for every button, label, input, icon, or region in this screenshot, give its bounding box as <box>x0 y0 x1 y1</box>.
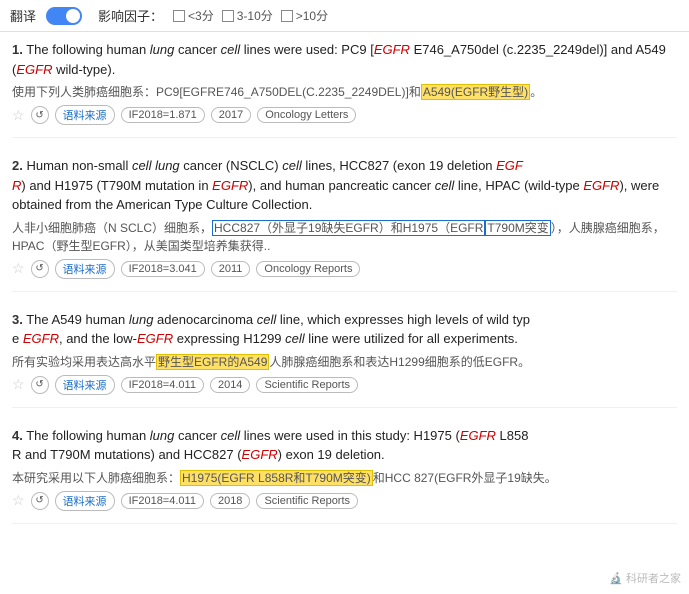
result-4-number: 4. <box>12 428 23 443</box>
checkbox-high[interactable] <box>281 10 293 22</box>
translate-toggle[interactable] <box>46 7 82 25</box>
result-1-star[interactable]: ☆ <box>12 107 25 124</box>
result-2-highlight-2: T790M突变 <box>485 220 550 236</box>
result-2-year-tag[interactable]: 2011 <box>211 261 251 277</box>
if-option-mid-label: 3-10分 <box>237 7 273 24</box>
result-2-journal-tag[interactable]: Oncology Reports <box>256 261 360 277</box>
result-2-meta: ☆ ↺ 语料来源 IF2018=3.041 2011 Oncology Repo… <box>12 259 677 279</box>
result-1-source-tag[interactable]: 语料来源 <box>55 105 115 125</box>
result-2-star[interactable]: ☆ <box>12 260 25 277</box>
checkbox-mid[interactable] <box>222 10 234 22</box>
watermark-icon: 🔬 <box>609 573 623 585</box>
result-2-round-btn[interactable]: ↺ <box>31 260 49 278</box>
result-2-en: 2. Human non-small cell lung cancer (NSC… <box>12 156 677 215</box>
result-3-round-btn[interactable]: ↺ <box>31 376 49 394</box>
result-4-en: 4. The following human lung cancer cell … <box>12 426 677 465</box>
result-3-meta: ☆ ↺ 语料来源 IF2018=4.011 2014 Scientific Re… <box>12 375 677 395</box>
result-1-journal-tag[interactable]: Oncology Letters <box>257 107 356 123</box>
result-2-number: 2. <box>12 158 23 173</box>
result-3-year-tag[interactable]: 2014 <box>210 377 250 393</box>
if-option-high[interactable]: >10分 <box>281 7 328 24</box>
result-item-4: 4. The following human lung cancer cell … <box>12 426 677 524</box>
result-3-journal-tag[interactable]: Scientific Reports <box>256 377 358 393</box>
result-1-cn: 使用下列人类肺癌细胞系：PC9[EGFRE746_A750DEL(C.2235_… <box>12 83 677 101</box>
result-3-if-tag[interactable]: IF2018=4.011 <box>121 377 204 393</box>
result-3-cn: 所有实验均采用表达高水平野生型EGFR的A549人肺腺癌细胞系和表达H1299细… <box>12 353 677 371</box>
checkbox-low[interactable] <box>173 10 185 22</box>
result-3-star[interactable]: ☆ <box>12 376 25 393</box>
result-1-highlight: A549(EGFR野生型) <box>421 84 530 100</box>
if-option-high-label: >10分 <box>296 7 328 24</box>
toggle-knob <box>66 9 80 23</box>
result-4-highlight: H1975(EGFR L858R和T790M突变) <box>180 470 373 486</box>
result-1-year-tag[interactable]: 2017 <box>211 107 251 123</box>
if-option-mid[interactable]: 3-10分 <box>222 7 273 24</box>
result-3-en: 3. The A549 human lung adenocarcinoma ce… <box>12 310 677 349</box>
result-2-if-tag[interactable]: IF2018=3.041 <box>121 261 205 277</box>
if-option-low[interactable]: <3分 <box>173 7 214 24</box>
result-4-source-tag[interactable]: 语料来源 <box>55 491 115 511</box>
watermark: 🔬 科研者之家 <box>609 570 681 586</box>
result-3-source-tag[interactable]: 语料来源 <box>55 375 115 395</box>
result-1-number: 1. <box>12 42 23 57</box>
if-options: <3分 3-10分 >10分 <box>173 7 328 24</box>
result-1-if-tag[interactable]: IF2018=1.871 <box>121 107 205 123</box>
result-3-number: 3. <box>12 312 23 327</box>
result-1-en: 1. The following human lung cancer cell … <box>12 40 677 79</box>
result-1-meta: ☆ ↺ 语料来源 IF2018=1.871 2017 Oncology Lett… <box>12 105 677 125</box>
if-label: 影响因子： <box>98 6 163 25</box>
top-bar: 翻译 影响因子： <3分 3-10分 >10分 <box>0 0 689 32</box>
result-4-if-tag[interactable]: IF2018=4.011 <box>121 493 204 509</box>
result-2-source-tag[interactable]: 语料来源 <box>55 259 115 279</box>
result-4-year-tag[interactable]: 2018 <box>210 493 250 509</box>
result-item-3: 3. The A549 human lung adenocarcinoma ce… <box>12 310 677 408</box>
result-2-highlight-1: HCC827（外显子19缺失EGFR）和H1975（EGFR <box>212 220 485 236</box>
result-4-round-btn[interactable]: ↺ <box>31 492 49 510</box>
results-list: 1. The following human lung cancer cell … <box>0 32 689 550</box>
result-item-2: 2. Human non-small cell lung cancer (NSC… <box>12 156 677 292</box>
result-3-highlight: 野生型EGFR的A549 <box>156 354 269 370</box>
result-4-meta: ☆ ↺ 语料来源 IF2018=4.011 2018 Scientific Re… <box>12 491 677 511</box>
result-item-1: 1. The following human lung cancer cell … <box>12 40 677 138</box>
translate-label: 翻译 <box>10 6 36 25</box>
result-4-star[interactable]: ☆ <box>12 492 25 509</box>
result-2-cn: 人非小细胞肺癌（N SCLC）细胞系，HCC827（外显子19缺失EGFR）和H… <box>12 219 677 255</box>
result-4-cn: 本研究采用以下人肺癌细胞系：H1975(EGFR L858R和T790M突变)和… <box>12 469 677 487</box>
if-option-low-label: <3分 <box>188 7 214 24</box>
result-1-round-btn[interactable]: ↺ <box>31 106 49 124</box>
watermark-text: 科研者之家 <box>626 573 681 585</box>
result-4-journal-tag[interactable]: Scientific Reports <box>256 493 358 509</box>
